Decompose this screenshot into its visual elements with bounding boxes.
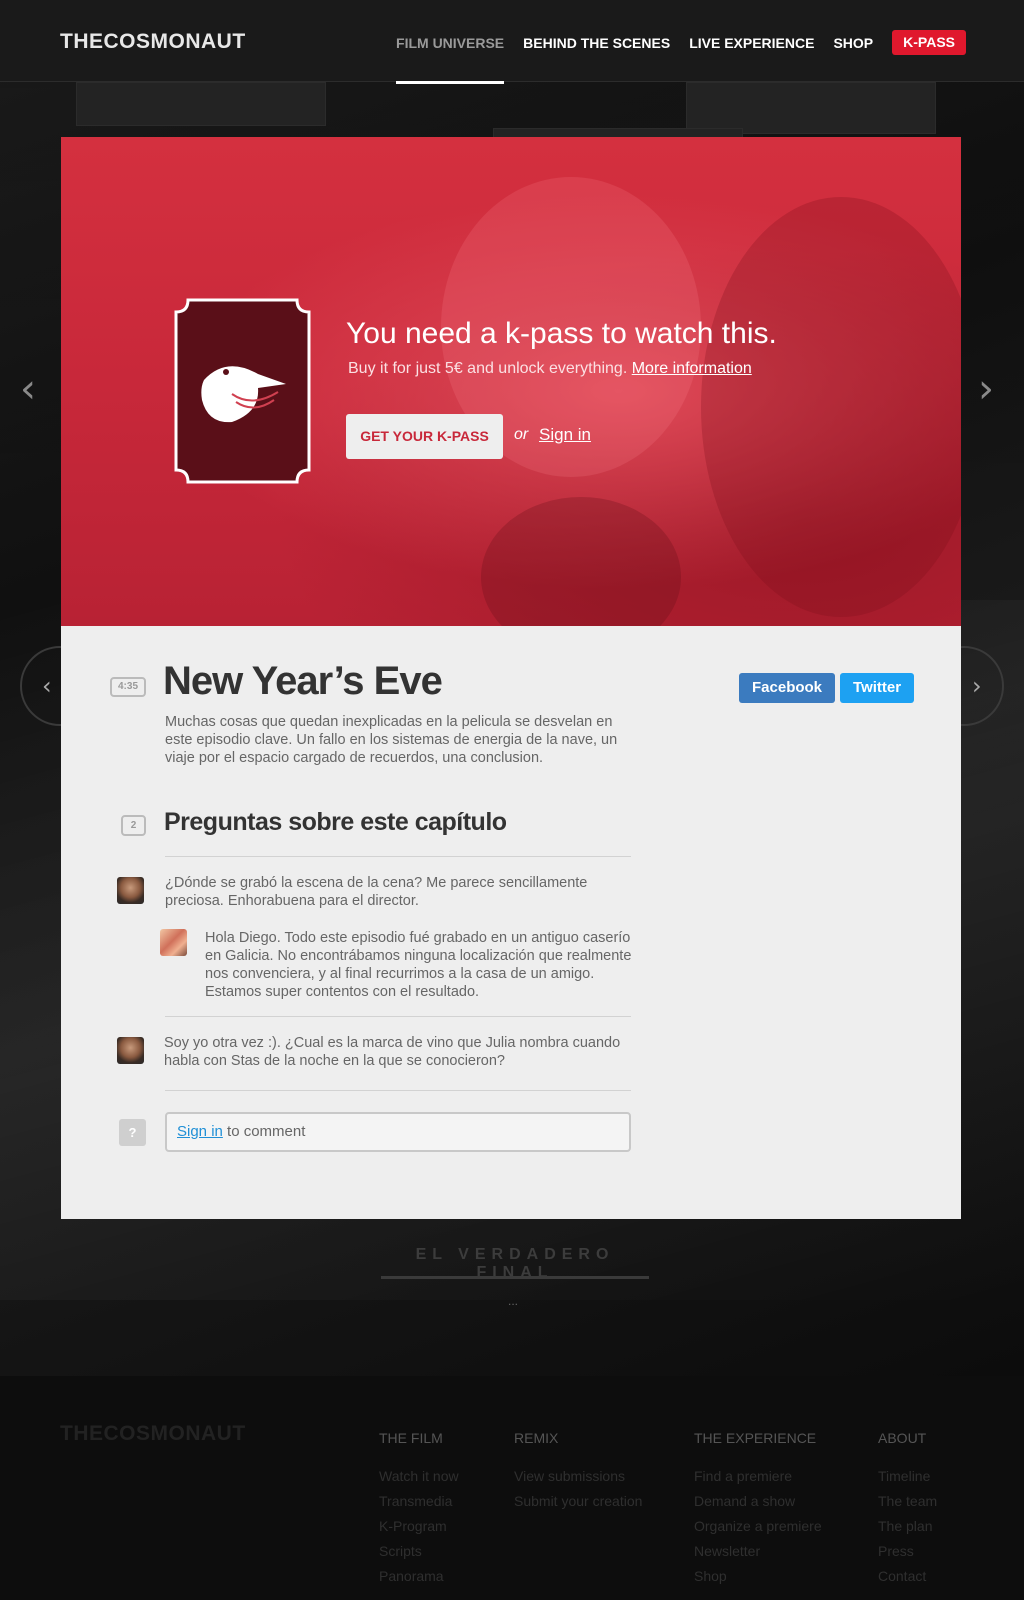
footer-link[interactable]: Demand a show bbox=[694, 1489, 822, 1514]
more-information-link[interactable]: More information bbox=[632, 360, 752, 377]
hero-signin-link[interactable]: Sign in bbox=[539, 425, 591, 445]
site-footer: THECOSMONAUT THE FILM Watch it now Trans… bbox=[0, 1376, 1024, 1600]
footer-column-experience: THE EXPERIENCE Find a premiere Demand a … bbox=[694, 1430, 822, 1589]
questions-title: Preguntas sobre este capítulo bbox=[164, 808, 507, 836]
question-text: Soy yo otra vez :). ¿Cual es la marca de… bbox=[164, 1035, 621, 1069]
kpass-paywall-hero: You need a k-pass to watch this. Buy it … bbox=[61, 137, 961, 626]
footer-link[interactable]: The plan bbox=[878, 1514, 937, 1539]
episode-description: Muchas cosas que quedan inexplicadas en … bbox=[165, 714, 618, 766]
footer-link[interactable]: Watch it now bbox=[379, 1464, 459, 1489]
prev-slide-arrow-icon[interactable]: ‹ bbox=[20, 366, 36, 412]
paywall-title: You need a k-pass to watch this. bbox=[346, 317, 777, 350]
footer-link[interactable]: Newsletter bbox=[694, 1539, 822, 1564]
chevron-right-icon: › bbox=[972, 672, 982, 700]
footer-heading: REMIX bbox=[514, 1430, 559, 1446]
question-count-badge: 2 bbox=[121, 815, 146, 836]
next-slide-arrow-icon[interactable]: › bbox=[978, 366, 994, 412]
paywall-subtitle: Buy it for just 5€ and unlock everything… bbox=[348, 360, 752, 378]
footer-heading: ABOUT bbox=[878, 1430, 927, 1446]
chevron-left-icon: ‹ bbox=[42, 672, 52, 700]
avatar[interactable] bbox=[117, 1037, 144, 1064]
footer-link[interactable]: View submissions bbox=[514, 1464, 642, 1489]
episode-title: New Year’s Eve bbox=[163, 659, 443, 703]
footer-logo[interactable]: THECOSMONAUT bbox=[60, 1422, 246, 1446]
footer-link[interactable]: Transmedia bbox=[379, 1489, 459, 1514]
nav-live-experience[interactable]: LIVE EXPERIENCE bbox=[689, 31, 814, 55]
avatar[interactable] bbox=[117, 877, 144, 904]
background-thumbnail bbox=[76, 82, 326, 126]
nav-behind-the-scenes[interactable]: BEHIND THE SCENES bbox=[523, 31, 670, 55]
footer-link[interactable]: Press bbox=[878, 1539, 937, 1564]
footer-link[interactable]: K-Program bbox=[379, 1514, 459, 1539]
footer-link[interactable]: Scripts bbox=[379, 1539, 459, 1564]
footer-link[interactable]: Panorama bbox=[379, 1564, 459, 1589]
or-separator: or bbox=[514, 426, 529, 443]
footer-column-remix: REMIX View submissions Submit your creat… bbox=[514, 1430, 642, 1514]
question-text: ¿Dónde se grabó la escena de la cena? Me… bbox=[165, 875, 588, 909]
background-thumbnail bbox=[686, 82, 936, 134]
footer-link[interactable]: Timeline bbox=[878, 1464, 937, 1489]
question-mark-icon: ? bbox=[119, 1119, 146, 1146]
reply-text: Hola Diego. Todo este episodio fué graba… bbox=[205, 930, 632, 1000]
section-ellipsis: ... bbox=[508, 1294, 519, 1308]
divider bbox=[165, 856, 631, 857]
hero-photo-figure bbox=[481, 497, 681, 626]
nav-film-universe[interactable]: FILM UNIVERSE bbox=[396, 31, 505, 84]
footer-heading: THE FILM bbox=[379, 1430, 443, 1446]
avatar[interactable] bbox=[160, 929, 187, 956]
duration-badge: 4:35 bbox=[110, 677, 146, 697]
section-underline bbox=[381, 1276, 649, 1279]
get-kpass-button[interactable]: GET YOUR K-PASS bbox=[346, 414, 503, 459]
footer-heading: THE EXPERIENCE bbox=[694, 1430, 817, 1446]
site-header: THECOSMONAUT FILM UNIVERSE BEHIND THE SC… bbox=[0, 0, 1024, 84]
nav-shop[interactable]: SHOP bbox=[833, 31, 873, 55]
footer-link[interactable]: Shop bbox=[694, 1564, 822, 1589]
footer-link[interactable]: Submit your creation bbox=[514, 1489, 642, 1514]
footer-column-about: ABOUT Timeline The team The plan Press C… bbox=[878, 1430, 937, 1589]
comment-input[interactable]: Sign in to comment bbox=[165, 1112, 631, 1152]
main-nav: FILM UNIVERSE BEHIND THE SCENES LIVE EXP… bbox=[377, 30, 966, 84]
divider bbox=[165, 1016, 631, 1017]
divider bbox=[165, 1090, 631, 1091]
comment-signin-link[interactable]: Sign in bbox=[177, 1123, 223, 1140]
twitter-share-button[interactable]: Twitter bbox=[840, 673, 915, 703]
episode-panel: You need a k-pass to watch this. Buy it … bbox=[61, 137, 961, 1219]
footer-link[interactable]: Organize a premiere bbox=[694, 1514, 822, 1539]
comment-prompt-text: to comment bbox=[222, 1123, 306, 1140]
hero-photo-figure bbox=[701, 197, 961, 617]
facebook-share-button[interactable]: Facebook bbox=[739, 673, 836, 703]
share-buttons: Facebook Twitter bbox=[739, 673, 919, 703]
footer-link[interactable]: Contact bbox=[878, 1564, 937, 1589]
kpass-ticket-icon bbox=[174, 298, 311, 484]
nav-kpass-button[interactable]: K-PASS bbox=[892, 30, 966, 55]
site-logo[interactable]: THECOSMONAUT bbox=[60, 30, 246, 54]
footer-column-film: THE FILM Watch it now Transmedia K-Progr… bbox=[379, 1430, 459, 1589]
footer-link[interactable]: The team bbox=[878, 1489, 937, 1514]
paywall-price-text: Buy it for just 5€ and unlock everything… bbox=[348, 360, 628, 377]
footer-link[interactable]: Find a premiere bbox=[694, 1464, 822, 1489]
